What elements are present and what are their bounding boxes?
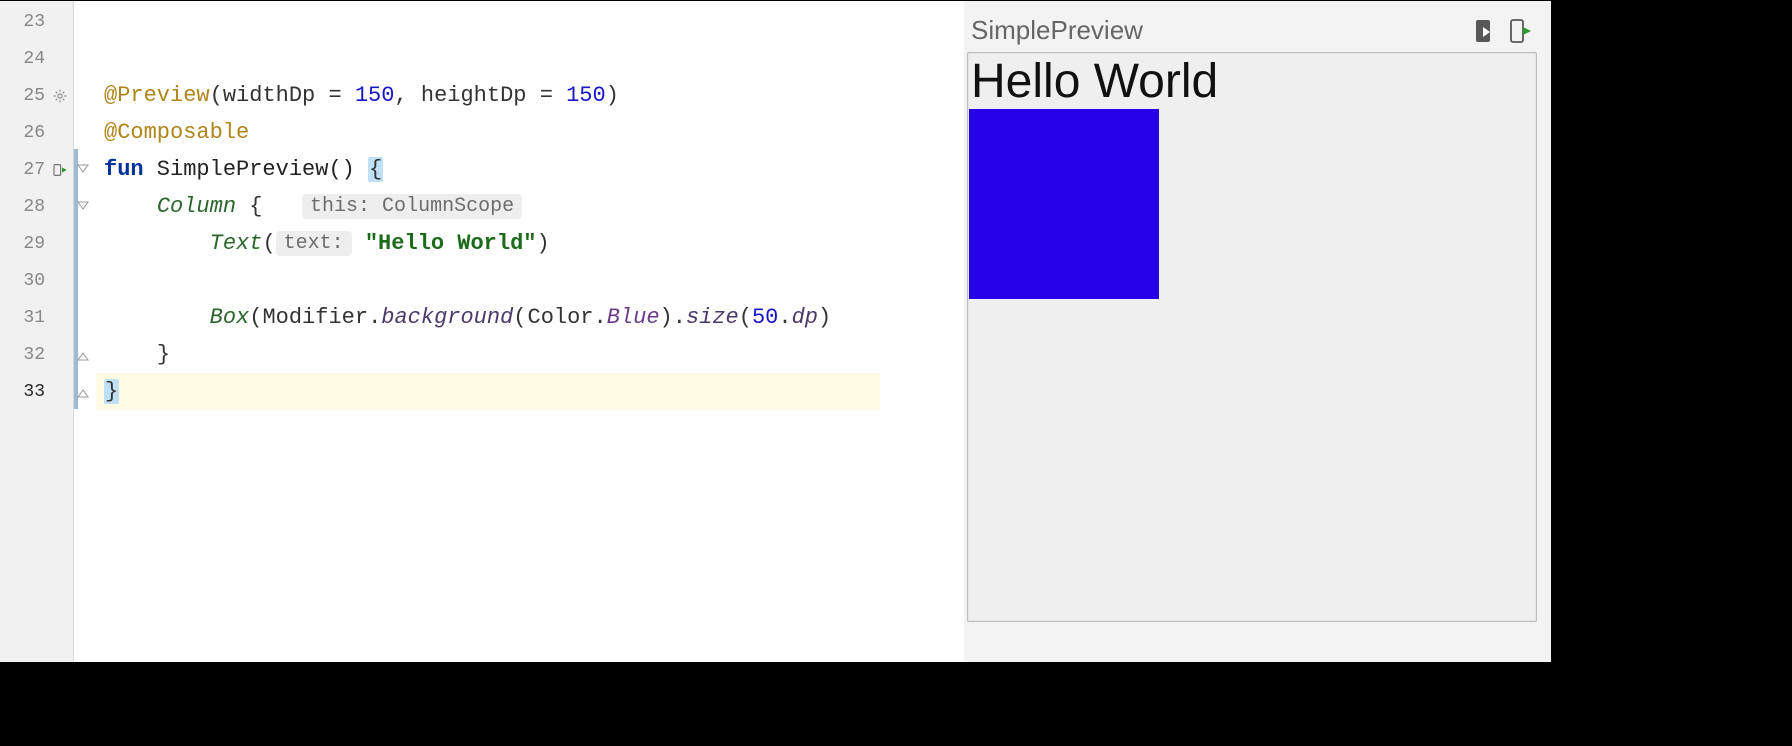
code-line[interactable]: Column { this: ColumnScope <box>96 188 880 225</box>
deploy-preview-icon[interactable] <box>1509 18 1531 44</box>
fold-end-icon[interactable] <box>76 348 90 362</box>
preview-canvas[interactable]: Hello World <box>967 52 1537 622</box>
interactive-preview-icon[interactable] <box>1473 18 1495 44</box>
code-line[interactable]: @Preview(widthDp = 150, heightDp = 150) <box>96 77 880 114</box>
preview-box <box>969 109 1159 299</box>
line-number[interactable]: 32 <box>0 336 73 373</box>
line-number-gutter[interactable]: 23 24 25 26 27 28 29 30 31 32 33 <box>0 1 74 662</box>
preview-pane: SimplePreview Hello World <box>964 1 1551 662</box>
run-icon[interactable] <box>51 161 69 179</box>
preview-header: SimplePreview <box>967 15 1537 52</box>
inline-hint: text: <box>276 231 352 256</box>
fold-toggle-icon[interactable] <box>76 163 90 177</box>
line-number[interactable]: 23 <box>0 3 73 40</box>
code-line[interactable] <box>96 40 880 77</box>
line-number[interactable]: 29 <box>0 225 73 262</box>
line-number[interactable]: 28 <box>0 188 73 225</box>
preview-text: Hello World <box>969 54 1535 109</box>
code-line[interactable]: Box(Modifier.background(Color.Blue).size… <box>96 299 880 336</box>
code-editor[interactable]: 23 24 25 26 27 28 29 30 31 32 33 <box>0 1 880 662</box>
fold-end-icon[interactable] <box>76 385 90 399</box>
code-line[interactable] <box>96 262 880 299</box>
inline-hint: this: ColumnScope <box>302 194 522 219</box>
line-number[interactable]: 30 <box>0 262 73 299</box>
code-line[interactable] <box>96 3 880 40</box>
ide-frame: 23 24 25 26 27 28 29 30 31 32 33 <box>0 1 1551 662</box>
gear-icon[interactable] <box>51 87 69 105</box>
code-line[interactable]: fun SimplePreview() { <box>96 151 880 188</box>
line-number[interactable]: 31 <box>0 299 73 336</box>
fold-gutter[interactable] <box>74 1 96 662</box>
line-number[interactable]: 27 <box>0 151 73 188</box>
fold-toggle-icon[interactable] <box>76 200 90 214</box>
code-line[interactable]: Text(text: "Hello World") <box>96 225 880 262</box>
line-number[interactable]: 24 <box>0 40 73 77</box>
pane-divider[interactable] <box>880 1 964 662</box>
code-area[interactable]: @Preview(widthDp = 150, heightDp = 150) … <box>96 1 880 662</box>
preview-title: SimplePreview <box>971 15 1143 46</box>
line-number[interactable]: 26 <box>0 114 73 151</box>
code-line[interactable]: @Composable <box>96 114 880 151</box>
line-number-current[interactable]: 33 <box>0 373 73 410</box>
line-number[interactable]: 25 <box>0 77 73 114</box>
code-line[interactable]: } <box>96 336 880 373</box>
current-line-highlight <box>96 373 880 410</box>
